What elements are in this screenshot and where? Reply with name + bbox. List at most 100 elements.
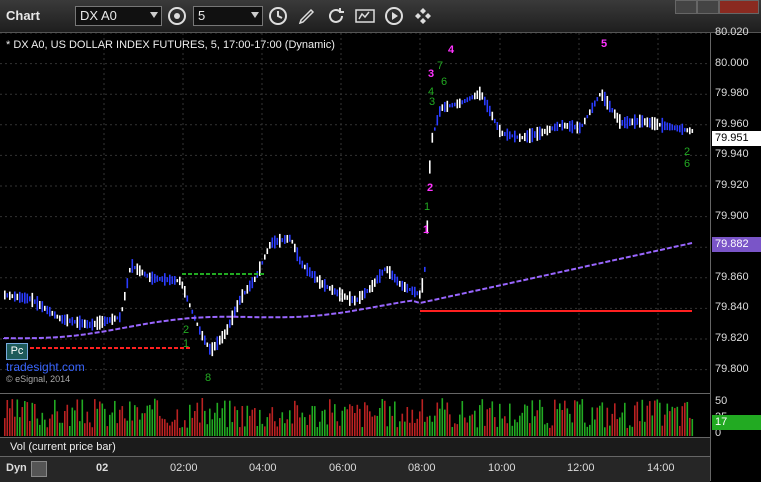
price-bar: [321, 280, 324, 288]
properties-icon[interactable]: [166, 5, 188, 27]
price-bar: [94, 320, 96, 328]
y-tick: 79.940: [715, 148, 749, 161]
price-bar: [294, 243, 296, 253]
refresh-icon[interactable]: [325, 5, 347, 27]
price-bar: [86, 320, 89, 329]
volume-bar: [591, 407, 594, 436]
chevron-down-icon[interactable]: [150, 12, 158, 18]
volume-bar: [4, 418, 6, 436]
price-bar: [201, 330, 204, 341]
price-bar: [561, 119, 564, 131]
price-bar: [221, 330, 224, 344]
volume-bar: [249, 415, 251, 436]
price-bar: [411, 286, 414, 296]
volume-bar: [134, 405, 136, 436]
volume-bar: [269, 413, 271, 436]
volume-bar: [131, 420, 134, 436]
price-bar: [189, 303, 191, 308]
volume-bar: [84, 423, 86, 436]
price-bar: [469, 96, 471, 101]
price-bar: [391, 270, 394, 281]
volume-bar: [196, 402, 199, 436]
price-bar: [219, 335, 221, 345]
price-bar: [409, 287, 411, 292]
price-bar: [296, 247, 299, 262]
volume-bar: [226, 427, 229, 436]
pivot-count-label: 5: [601, 38, 607, 50]
price-bar: [519, 133, 521, 142]
price-bar: [501, 130, 504, 137]
price-bar: [19, 291, 21, 303]
volume-bar: [464, 417, 466, 436]
price-bar: [61, 314, 64, 324]
chevron-down-icon[interactable]: [251, 12, 259, 18]
volume-bar: [301, 412, 304, 436]
price-bar: [166, 277, 169, 283]
interval-input[interactable]: 5: [193, 6, 263, 26]
price-bar: [209, 343, 211, 355]
y-tick: 80.000: [715, 56, 749, 69]
pc-marker[interactable]: Pc: [6, 343, 28, 360]
volume-bar: [576, 401, 579, 436]
volume-bar: [51, 414, 54, 436]
clock-icon[interactable]: [267, 5, 289, 27]
price-bar: [241, 289, 244, 303]
price-bar: [574, 124, 576, 130]
close-button[interactable]: [719, 0, 759, 14]
price-bar: [399, 280, 401, 287]
price-bar: [521, 136, 524, 140]
volume-bar: [54, 399, 56, 436]
price-bar: [386, 266, 389, 274]
volume-bar: [556, 409, 559, 436]
price-bar: [401, 280, 404, 291]
price-bar: [299, 256, 301, 265]
volume-bar: [639, 421, 641, 436]
price-bar: [681, 123, 684, 135]
volume-bar: [369, 411, 371, 436]
price-bar: [664, 121, 666, 131]
time-axis[interactable]: Dyn 02 02:00 04:00 06:00 08:00 10:00 12:…: [0, 456, 710, 482]
volume-bar: [344, 406, 346, 436]
mode-label[interactable]: Dyn: [6, 462, 27, 474]
price-chart[interactable]: 432157643121268 * DX A0, US DOLLAR INDEX…: [0, 33, 710, 393]
price-bar: [369, 285, 371, 293]
price-bar: [649, 117, 651, 128]
minimize-button[interactable]: [675, 0, 697, 14]
price-bar: [244, 290, 246, 295]
volume-bar: [136, 407, 139, 436]
price-bar: [541, 128, 544, 137]
volume-bar: [534, 416, 536, 436]
lock-icon[interactable]: [31, 461, 47, 477]
price-bar: [114, 315, 116, 322]
volume-bar: [506, 423, 509, 436]
price-bar: [69, 318, 71, 324]
price-bar: [54, 311, 56, 319]
volume-bar: [579, 404, 581, 436]
volume-bar: [569, 413, 571, 436]
price-bar: [96, 316, 99, 330]
volume-bar: [616, 419, 619, 436]
volume-bar: [159, 415, 161, 436]
price-axis[interactable]: 80.020 80.000 79.980 79.960 79.940 79.920 79.9…: [710, 26, 761, 481]
price-bar: [564, 122, 566, 129]
volume-bar: [431, 421, 434, 436]
play-icon[interactable]: [383, 5, 405, 27]
symbol-input[interactable]: DX A0: [75, 6, 162, 26]
volume-bar: [309, 414, 311, 436]
volume-bar: [559, 403, 561, 436]
volume-bar: [274, 421, 276, 436]
y-tick: 79.960: [715, 117, 749, 130]
volume-bar: [544, 424, 546, 436]
volume-bar: [621, 412, 624, 436]
price-bar: [119, 312, 121, 323]
draw-pencil-icon[interactable]: [296, 5, 318, 27]
gsl-icon[interactable]: [354, 5, 376, 27]
maximize-button[interactable]: [697, 0, 719, 14]
cursor-icon[interactable]: [412, 5, 434, 27]
price-bar: [516, 135, 519, 139]
price-bar: [569, 121, 571, 132]
volume-pane[interactable]: [0, 393, 710, 438]
x-tick-5: 10:00: [488, 462, 516, 474]
volume-bar: [104, 408, 106, 436]
price-bar: [529, 128, 531, 144]
